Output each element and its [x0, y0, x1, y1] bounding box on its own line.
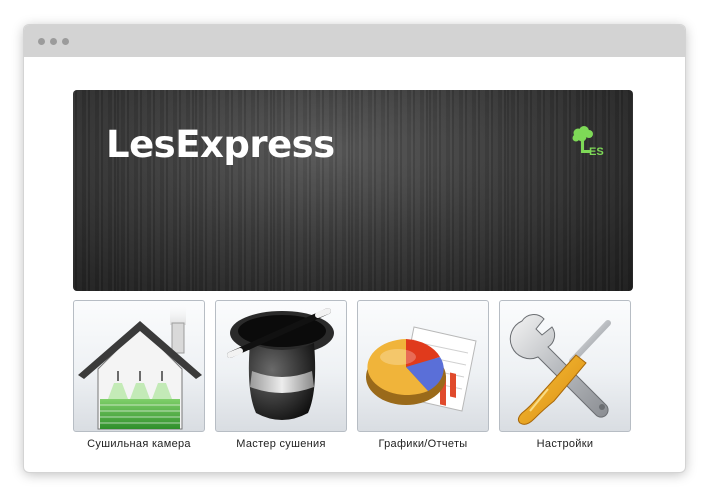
tile-label-drying-wizard: Мастер сушения: [236, 438, 326, 450]
tile-drying-wizard[interactable]: [215, 300, 347, 432]
wrench-screwdriver-icon: [509, 314, 611, 425]
window-dot-icon: [62, 38, 69, 45]
pie-chart-icon: [366, 326, 477, 412]
tile-settings[interactable]: [499, 300, 631, 432]
tile-charts-reports[interactable]: [357, 300, 489, 432]
drying-chamber-icon: [78, 303, 202, 430]
header-banner: LesExpress ES: [73, 90, 633, 291]
logo-text: ES: [589, 146, 604, 158]
app-window: LesExpress ES Сушильная камера Мастер су…: [24, 25, 685, 472]
tile-label-settings: Настройки: [536, 438, 594, 450]
window-dot-icon: [38, 38, 45, 45]
tile-drying-chamber[interactable]: [73, 300, 205, 432]
window-dot-icon: [50, 38, 57, 45]
app-title: LesExpress: [106, 123, 335, 166]
magic-hat-icon: [227, 308, 334, 420]
les-logo-icon: ES: [572, 126, 604, 158]
tile-label-charts-reports: Графики/Отчеты: [378, 438, 468, 450]
window-titlebar: [24, 25, 685, 57]
tile-label-drying-chamber: Сушильная камера: [87, 438, 191, 450]
